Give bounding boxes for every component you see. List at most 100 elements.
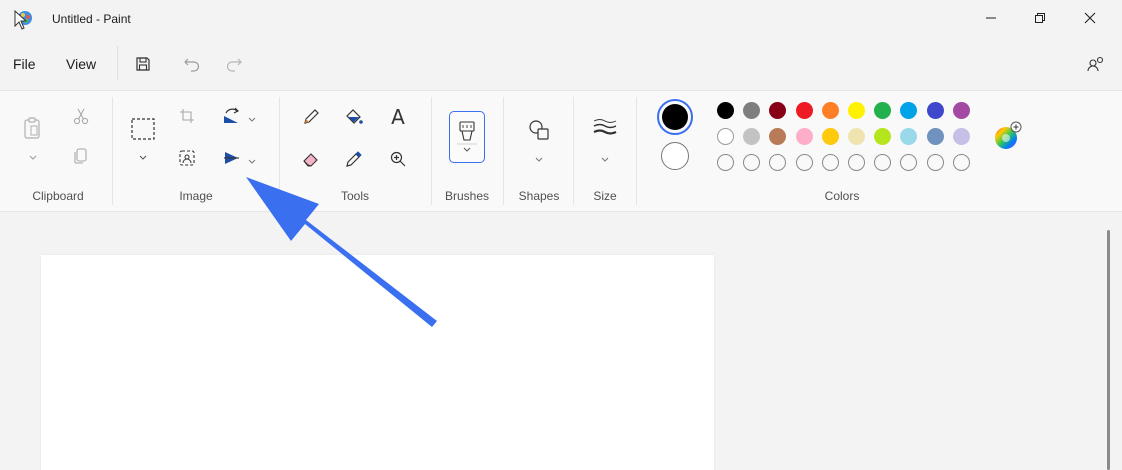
color-swatch[interactable] <box>795 128 813 145</box>
color-swatch[interactable] <box>874 154 892 171</box>
share-icon <box>1087 56 1104 72</box>
color-swatch[interactable] <box>821 154 839 171</box>
group-divider <box>112 97 113 205</box>
paste-button[interactable] <box>20 115 44 141</box>
chevron-down-icon[interactable] <box>138 149 148 167</box>
image-background-icon <box>179 150 195 166</box>
color-swatch[interactable] <box>926 154 944 171</box>
chevron-down-icon[interactable] <box>247 111 257 129</box>
minimize-icon <box>986 17 996 19</box>
paint-bucket-icon <box>346 109 363 124</box>
chevron-down-icon[interactable] <box>247 153 257 171</box>
shapes-icon <box>529 120 549 140</box>
brush-icon <box>457 121 477 152</box>
color-swatch[interactable] <box>952 102 970 119</box>
size-button[interactable] <box>590 115 620 139</box>
magnifier-tool[interactable] <box>386 147 410 171</box>
rotate-icon <box>224 107 240 123</box>
color-swatch[interactable] <box>926 102 944 119</box>
chevron-down-icon[interactable] <box>28 149 38 167</box>
ribbon-toolbar: Clipboard Image A Tools Brushes Shapes S… <box>0 90 1122 212</box>
text-icon: A <box>391 105 405 129</box>
eraser-icon <box>303 153 318 167</box>
color-swatch[interactable] <box>795 102 813 119</box>
drawing-canvas[interactable] <box>41 255 714 470</box>
color-swatch[interactable] <box>952 128 970 145</box>
shapes-button[interactable] <box>526 117 552 143</box>
flip-button[interactable] <box>220 147 244 169</box>
window-title: Untitled - Paint <box>52 12 131 26</box>
rotate-button[interactable] <box>220 105 244 127</box>
brushes-button[interactable] <box>449 111 485 163</box>
color-swatch[interactable] <box>769 154 787 171</box>
save-icon <box>136 57 150 71</box>
copy-button[interactable] <box>70 145 92 167</box>
file-menu[interactable]: File <box>13 56 36 72</box>
color-swatch[interactable] <box>821 102 839 119</box>
pencil-tool[interactable] <box>299 105 323 129</box>
line-weight-icon <box>593 119 617 135</box>
remove-background-button[interactable] <box>176 147 198 169</box>
color-swatch[interactable] <box>717 128 734 145</box>
fill-tool[interactable] <box>342 105 366 129</box>
color-swatch[interactable] <box>900 128 918 145</box>
save-button[interactable] <box>129 50 157 78</box>
color-swatch[interactable] <box>926 128 944 145</box>
color-swatch[interactable] <box>717 154 734 171</box>
undo-icon <box>184 58 200 72</box>
color-swatch[interactable] <box>900 102 918 119</box>
redo-button[interactable] <box>220 50 248 78</box>
paint-app-icon <box>12 9 34 31</box>
restore-button[interactable] <box>1017 0 1063 36</box>
color-swatch[interactable] <box>717 102 734 119</box>
color-swatch[interactable] <box>795 154 813 171</box>
close-button[interactable] <box>1067 0 1113 36</box>
color-picker-tool[interactable] <box>342 147 366 171</box>
select-button[interactable] <box>128 115 158 143</box>
color-swatch[interactable] <box>743 128 761 145</box>
secondary-color-button[interactable] <box>661 142 689 170</box>
shapes-group-label: Shapes <box>518 189 560 203</box>
color-swatch[interactable] <box>874 128 892 145</box>
color-swatch[interactable] <box>743 154 761 171</box>
rectangle-select-icon <box>131 118 155 140</box>
eraser-tool[interactable] <box>299 147 323 171</box>
minimize-button[interactable] <box>968 0 1014 36</box>
undo-button[interactable] <box>178 50 206 78</box>
color-swatch[interactable] <box>900 154 918 171</box>
menu-bar: File View <box>0 40 1122 90</box>
vertical-scrollbar[interactable] <box>1102 212 1120 470</box>
color-wheel-icon <box>995 121 1022 149</box>
chevron-down-icon[interactable] <box>600 151 610 169</box>
color-swatch[interactable] <box>848 102 865 119</box>
close-icon <box>1084 12 1096 24</box>
color-swatch[interactable] <box>848 154 865 171</box>
share-button[interactable] <box>1082 50 1110 78</box>
color-swatch[interactable] <box>848 128 865 145</box>
group-divider <box>573 97 574 205</box>
color-swatch[interactable] <box>769 128 787 145</box>
copy-icon <box>74 148 87 164</box>
flip-icon <box>224 152 239 164</box>
group-divider <box>279 97 280 205</box>
text-tool[interactable]: A <box>386 105 410 129</box>
clipboard-group-label: Clipboard <box>32 189 84 203</box>
color-swatch[interactable] <box>874 102 892 119</box>
size-group-label: Size <box>593 189 617 203</box>
clipboard-icon <box>24 117 40 139</box>
color-swatch[interactable] <box>743 102 761 119</box>
cut-button[interactable] <box>70 105 92 127</box>
color-swatch[interactable] <box>821 128 839 145</box>
colors-group-label: Colors <box>824 189 860 203</box>
color-swatch[interactable] <box>769 102 787 119</box>
chevron-down-icon[interactable] <box>534 151 544 169</box>
pencil-icon <box>304 109 319 124</box>
primary-color-button[interactable] <box>657 99 693 135</box>
scissors-icon <box>73 108 89 125</box>
crop-button[interactable] <box>176 105 198 127</box>
scrollbar-thumb[interactable] <box>1107 230 1110 470</box>
edit-colors-button[interactable] <box>992 121 1022 151</box>
view-menu[interactable]: View <box>66 56 96 72</box>
color-swatch[interactable] <box>952 154 970 171</box>
tools-group-label: Tools <box>340 189 369 203</box>
